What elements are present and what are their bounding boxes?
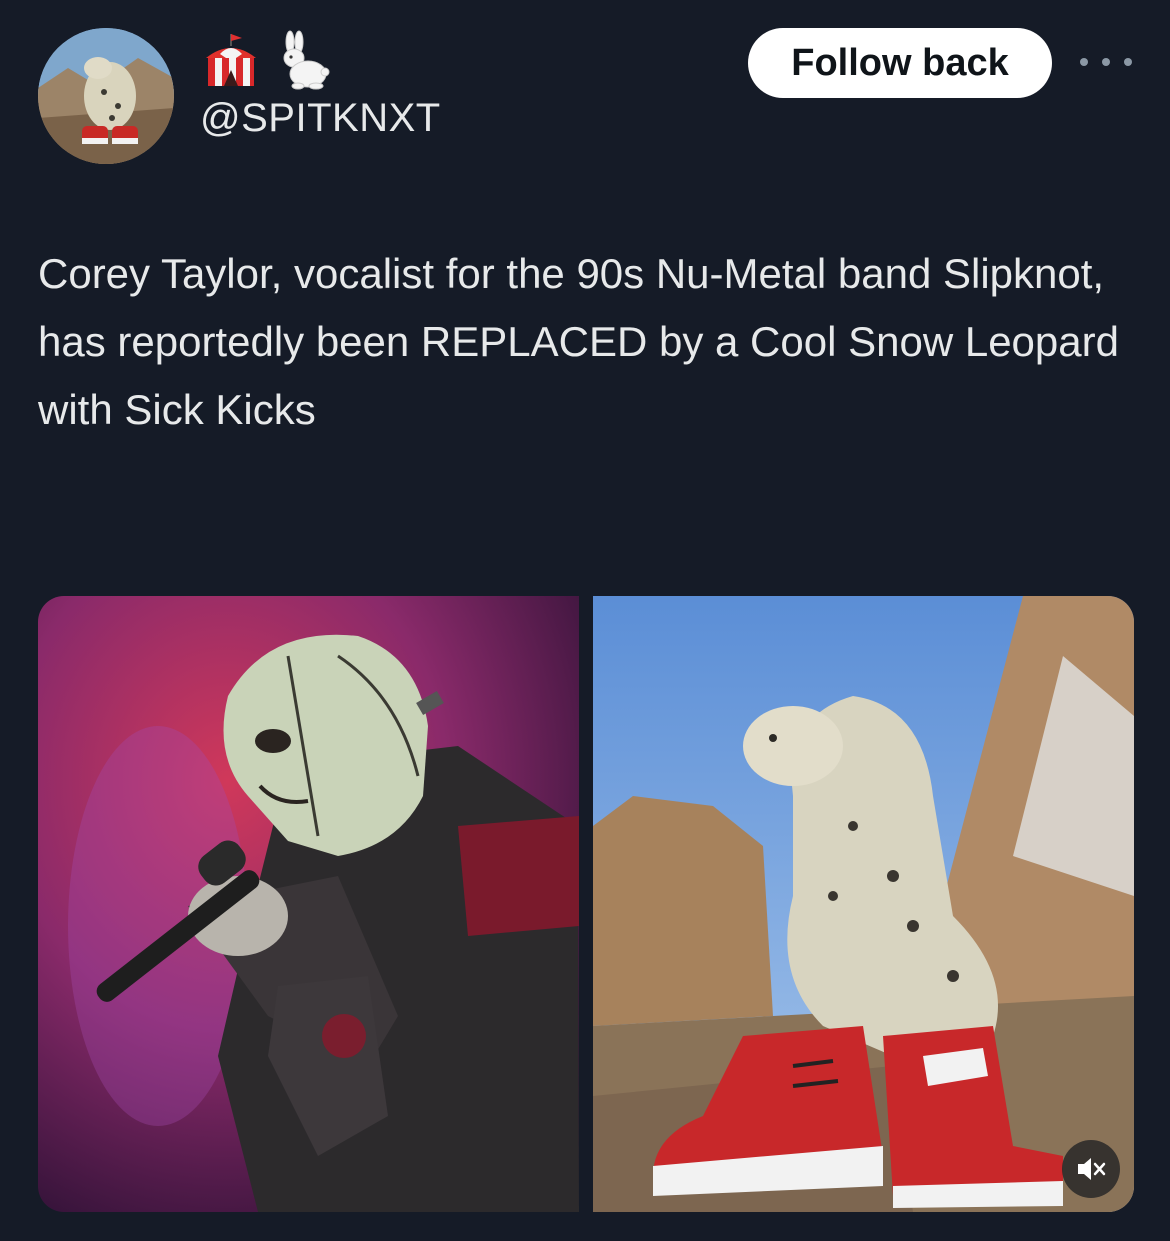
avatar[interactable] bbox=[38, 28, 174, 164]
rabbit-icon bbox=[283, 30, 330, 90]
follow-back-button[interactable]: Follow back bbox=[748, 28, 1052, 98]
speaker-muted-glyph bbox=[1078, 1158, 1106, 1180]
media-grid bbox=[38, 596, 1134, 1212]
media-video-snow-leopard[interactable] bbox=[593, 596, 1134, 1212]
ellipsis-icon[interactable] bbox=[1080, 50, 1132, 74]
tweet: @SPITKNXT Follow back Corey Taylor, voca… bbox=[0, 0, 1170, 1241]
user-handle[interactable]: @SPITKNXT bbox=[200, 96, 441, 141]
snow-leopard-sneakers-image bbox=[593, 596, 1134, 1212]
circus-tent-icon bbox=[206, 34, 256, 86]
media-photo-singer[interactable] bbox=[38, 596, 579, 1212]
avatar-snow-leopard-image bbox=[38, 28, 174, 164]
masked-singer-image bbox=[38, 596, 579, 1212]
display-name[interactable] bbox=[200, 30, 332, 90]
speaker-muted-icon[interactable] bbox=[1062, 1140, 1120, 1198]
tweet-text: Corey Taylor, vocalist for the 90s Nu-Me… bbox=[38, 250, 1119, 433]
